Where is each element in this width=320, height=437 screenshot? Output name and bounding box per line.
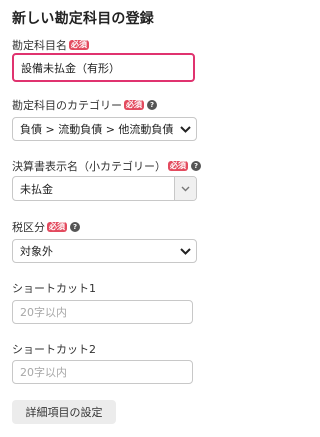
shortcut2-label-text: ショートカット2 (12, 343, 96, 356)
account-name-label: 勘定科目名 必須 (12, 37, 89, 53)
shortcut1-label: ショートカット1 (12, 280, 96, 296)
required-badge: 必須 (69, 40, 89, 50)
account-name-input[interactable]: 設備未払金（有形） (12, 53, 195, 82)
shortcut1-input[interactable]: 20字以内 (12, 300, 193, 324)
category-label-text: 勘定科目のカテゴリー (12, 99, 122, 112)
question-circle-icon[interactable]: ? (191, 161, 201, 171)
chevron-down-icon[interactable] (174, 177, 196, 200)
shortcut2-placeholder: 20字以内 (20, 366, 67, 379)
account-name-label-text: 勘定科目名 (12, 39, 67, 52)
statement-name-select[interactable]: 未払金 (12, 176, 197, 201)
category-value: 負債 > 流動負債 > 他流動負債 (20, 123, 174, 136)
required-badge: 必須 (168, 161, 188, 171)
statement-name-label: 決算書表示名（小カテゴリー） 必須 ? (12, 158, 201, 174)
shortcut1-label-text: ショートカット1 (12, 282, 96, 295)
chevron-down-icon (174, 118, 196, 140)
question-circle-icon[interactable]: ? (70, 222, 80, 232)
tax-class-select[interactable]: 対象外 (12, 239, 197, 263)
question-circle-icon[interactable]: ? (147, 100, 157, 110)
shortcut1-placeholder: 20字以内 (20, 306, 67, 319)
detail-settings-button[interactable]: 詳細項目の設定 (12, 400, 116, 424)
required-badge: 必須 (47, 222, 67, 232)
tax-class-label: 税区分 必須 ? (12, 219, 80, 235)
page-title: 新しい勘定科目の登録 (12, 11, 154, 27)
shortcut2-input[interactable]: 20字以内 (12, 360, 193, 384)
chevron-down-icon (174, 240, 196, 262)
statement-name-label-text: 決算書表示名（小カテゴリー） (12, 160, 166, 173)
tax-class-value: 対象外 (20, 245, 53, 258)
required-badge: 必須 (124, 100, 144, 110)
tax-class-label-text: 税区分 (12, 221, 45, 234)
category-select[interactable]: 負債 > 流動負債 > 他流動負債 (12, 117, 197, 141)
shortcut2-label: ショートカット2 (12, 341, 96, 357)
category-label: 勘定科目のカテゴリー 必須 ? (12, 97, 157, 113)
statement-name-value: 未払金 (20, 182, 53, 196)
account-name-value: 設備未払金（有形） (21, 61, 120, 75)
